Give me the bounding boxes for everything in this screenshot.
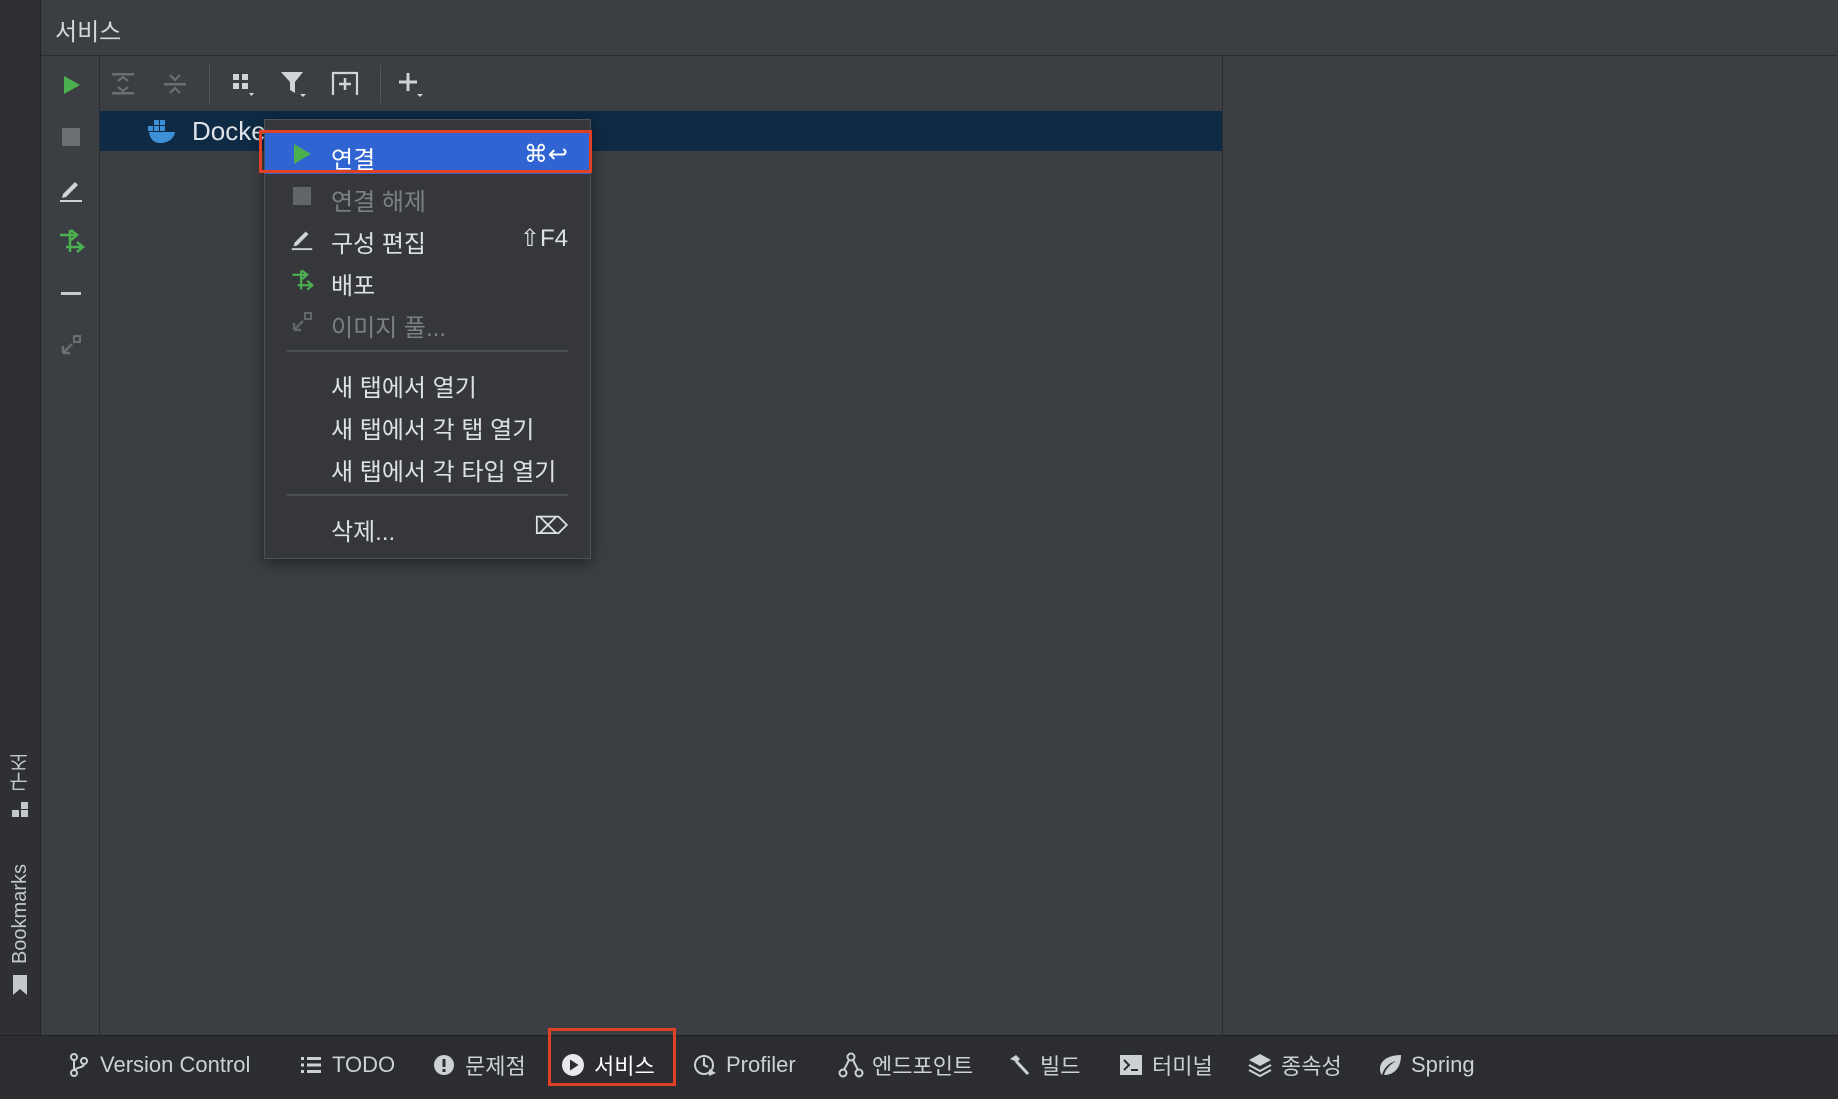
deploy-icon <box>60 229 85 253</box>
pull-image-button[interactable] <box>55 329 87 361</box>
left-tool-stripe: 구조 Bookmarks <box>0 0 41 1098</box>
menu-item-deploy[interactable]: 배포 <box>265 258 590 300</box>
menu-item-open-each-in-new-tab[interactable]: 새 탭에서 각 탭 열기 <box>265 402 590 444</box>
menu-item-disconnect[interactable]: 연결 해제 <box>265 174 590 216</box>
bottom-tab-build[interactable]: 빌드 <box>1006 1046 1080 1084</box>
bottom-tab-spring[interactable]: Spring <box>1377 1046 1475 1084</box>
menu-item-open-each-type-in-new-tab[interactable]: 새 탭에서 각 타입 열기 <box>265 444 590 486</box>
bottom-tab-endpoints[interactable]: 엔드포인트 <box>838 1046 973 1084</box>
menu-item-edit-configuration[interactable]: 구성 편집 ⇧F4 <box>265 216 590 258</box>
expand-all-icon <box>112 73 134 95</box>
group-by-button[interactable] <box>227 67 261 101</box>
bottom-tab-profiler[interactable]: Profiler <box>692 1046 796 1084</box>
menu-item-label: 배포 <box>331 273 376 300</box>
run-button[interactable] <box>55 69 87 101</box>
stop-icon <box>62 128 80 146</box>
toolbar-separator <box>380 65 381 103</box>
bottom-tab-label: Spring <box>1411 1052 1475 1077</box>
menu-item-connect[interactable]: 연결 ⌘↩ <box>265 132 590 174</box>
run-icon <box>64 76 80 94</box>
remove-button[interactable] <box>55 277 87 309</box>
tool-window-title: 서비스 <box>55 19 122 46</box>
menu-item-pull-image[interactable]: 이미지 풀... <box>265 300 590 342</box>
edit-configuration-button[interactable] <box>55 173 87 205</box>
menu-separator <box>287 350 568 352</box>
collapse-all-button[interactable] <box>158 67 192 101</box>
docker-icon <box>148 118 178 144</box>
bottom-tool-window-bar: Version Control TODO 문제점 서비스 Profiler 엔드… <box>0 1035 1838 1099</box>
bottom-tab-label: 엔드포인트 <box>872 1054 974 1079</box>
bottom-tab-todo[interactable]: TODO <box>298 1046 395 1084</box>
side-tab-bookmarks[interactable]: Bookmarks <box>4 864 36 1002</box>
menu-item-label: 이미지 풀... <box>331 315 446 342</box>
deploy-button[interactable] <box>55 225 87 257</box>
menu-item-label: 구성 편집 <box>331 231 426 258</box>
menu-item-label: 새 탭에서 열기 <box>331 375 477 402</box>
menu-item-open-in-new-tab[interactable]: 새 탭에서 열기 <box>265 360 590 402</box>
stop-icon <box>289 183 315 209</box>
menu-item-label: 연결 <box>331 147 376 174</box>
services-icon <box>560 1052 586 1078</box>
menu-item-shortcut: ⌘↩ <box>523 141 568 168</box>
problems-icon <box>431 1052 457 1078</box>
side-tab-bookmarks-label: Bookmarks <box>8 864 31 965</box>
tree-item-label: Docker <box>192 115 275 146</box>
bottom-tab-terminal[interactable]: 터미널 <box>1118 1046 1213 1084</box>
bottom-tab-label: 터미널 <box>1152 1054 1213 1079</box>
action-rail <box>41 55 100 1035</box>
bottom-tab-label: 서비스 <box>594 1054 655 1079</box>
structure-icon <box>10 800 30 826</box>
context-menu: 연결 ⌘↩ 연결 해제 구성 편집 ⇧F4 배포 이미지 풀... 새 탭에서 … <box>264 119 591 559</box>
deploy-icon <box>289 267 315 293</box>
terminal-icon <box>1118 1052 1144 1078</box>
todo-list-icon <box>298 1052 324 1078</box>
side-tab-structure-label: 구조 <box>9 752 32 792</box>
bottom-tab-version-control[interactable]: Version Control <box>66 1046 250 1084</box>
play-icon <box>289 141 315 167</box>
menu-item-delete[interactable]: 삭제... ⌦ <box>265 504 590 546</box>
bottom-tab-label: TODO <box>332 1052 396 1077</box>
filter-button[interactable] <box>277 67 311 101</box>
bottom-tab-label: Profiler <box>726 1052 796 1077</box>
bookmark-icon <box>10 974 30 1002</box>
tree-toolbar <box>100 55 1222 111</box>
pull-image-icon <box>61 335 81 355</box>
new-tab-icon <box>331 71 359 95</box>
filter-icon <box>281 72 306 97</box>
menu-item-label: 새 탭에서 각 타입 열기 <box>331 459 557 486</box>
collapse-all-icon <box>164 74 186 94</box>
stop-button[interactable] <box>55 121 87 153</box>
version-control-icon <box>66 1052 92 1078</box>
group-by-icon <box>233 74 254 96</box>
expand-all-button[interactable] <box>106 67 140 101</box>
pull-image-icon <box>289 309 315 335</box>
bottom-tab-label: 빌드 <box>1040 1054 1081 1079</box>
bottom-tab-dependencies[interactable]: 종속성 <box>1247 1046 1342 1084</box>
minus-icon <box>61 292 81 295</box>
tool-window-header: 서비스 <box>41 0 1838 56</box>
add-icon <box>399 73 423 97</box>
edit-icon <box>289 225 315 251</box>
bottom-tab-services[interactable]: 서비스 <box>560 1046 655 1084</box>
bottom-tab-label: Version Control <box>100 1052 251 1077</box>
endpoints-icon <box>838 1052 864 1078</box>
toolbar-separator <box>209 65 210 103</box>
bottom-tab-label: 종속성 <box>1281 1054 1342 1079</box>
bottom-tab-label: 문제점 <box>465 1054 526 1079</box>
spring-leaf-icon <box>1377 1052 1403 1078</box>
add-service-button[interactable] <box>393 67 427 101</box>
open-in-new-tab-button[interactable] <box>328 67 362 101</box>
profiler-icon <box>692 1052 718 1078</box>
edit-icon <box>60 182 82 202</box>
dependencies-icon <box>1247 1052 1273 1078</box>
side-tab-structure[interactable]: 구조 <box>4 752 36 826</box>
menu-item-label: 새 탭에서 각 탭 열기 <box>331 417 535 444</box>
menu-item-label: 연결 해제 <box>331 189 426 216</box>
hammer-icon <box>1006 1052 1032 1078</box>
delete-key-icon: ⌦ <box>534 513 568 540</box>
menu-item-shortcut: ⇧F4 <box>519 225 568 252</box>
bottom-tab-problems[interactable]: 문제점 <box>431 1046 526 1084</box>
menu-item-label: 삭제... <box>331 519 396 546</box>
menu-separator <box>287 494 568 496</box>
